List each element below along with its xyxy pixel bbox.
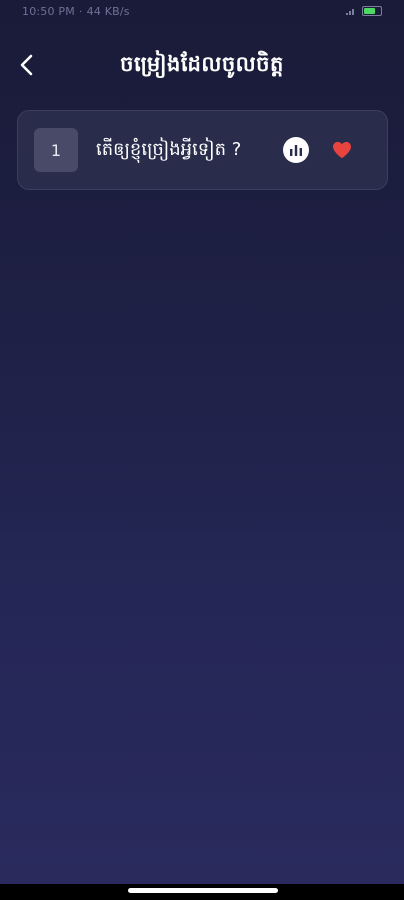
status-right	[346, 6, 382, 16]
song-title: តើឲ្យខ្ញុំច្រៀងអ្វីទៀត ?	[96, 138, 242, 160]
back-button[interactable]	[12, 50, 42, 80]
chevron-left-icon	[20, 54, 33, 76]
status-separator: ·	[78, 4, 83, 18]
status-bar: 10:50 PM · 44 KB/s	[0, 0, 404, 44]
status-time: 10:50 PM	[22, 4, 75, 18]
home-indicator[interactable]	[128, 888, 278, 893]
page-title: ចម្រៀងដែលចូលចិត្ត	[120, 51, 284, 76]
bar-chart-icon	[290, 145, 302, 156]
network-speed: 44 KB/s	[86, 4, 130, 18]
header: ចម្រៀងដែលចូលចិត្ត	[0, 44, 404, 88]
song-list-item[interactable]: 1 តើឲ្យខ្ញុំច្រៀងអ្វីទៀត ?	[17, 110, 388, 190]
heart-icon	[333, 141, 351, 159]
song-number: 1	[50, 140, 62, 160]
status-left: 10:50 PM · 44 KB/s	[22, 5, 130, 18]
song-number-badge: 1	[34, 128, 78, 172]
battery-icon	[362, 6, 382, 16]
song-stats-button[interactable]	[283, 137, 309, 163]
favorite-button[interactable]	[329, 137, 355, 163]
battery-level	[364, 8, 376, 14]
signal-icon	[346, 9, 354, 15]
